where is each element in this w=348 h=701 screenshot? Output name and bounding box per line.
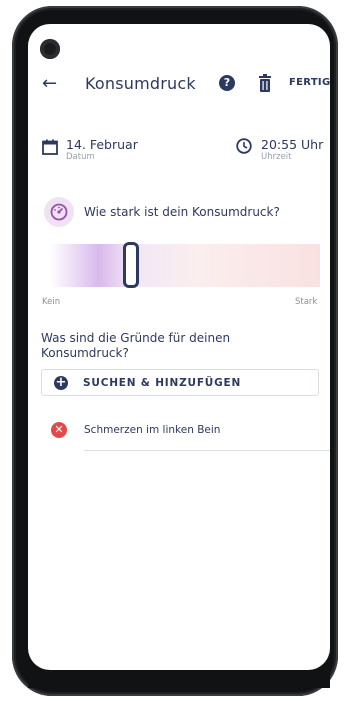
trash-icon[interactable] [258, 74, 272, 92]
help-icon[interactable]: ? [219, 75, 235, 91]
back-arrow-icon[interactable]: ← [42, 74, 57, 94]
front-camera [40, 39, 60, 59]
datetime-row: 14. Februar Datum 20:55 Uhr Uhrzeit [28, 136, 330, 166]
reasons-title: Was sind die Gründe für deinen Konsumdru… [41, 331, 231, 360]
list-item: ✕ Schmerzen im linken Bein [28, 419, 330, 451]
pressure-question: Wie stark ist dein Konsumdruck? [84, 205, 280, 219]
time-label: Uhrzeit [261, 152, 292, 162]
date-label: Datum [66, 152, 95, 162]
reason-label: Schmerzen im linken Bein [84, 424, 221, 436]
page-title: Konsumdruck [85, 74, 196, 93]
search-add-button[interactable]: + SUCHEN & HINZUFÜGEN [41, 369, 319, 396]
plus-icon: + [54, 375, 68, 390]
app-screen: ← Konsumdruck ? FERTIG 14. Februar Datum… [28, 24, 330, 670]
time-value[interactable]: 20:55 Uhr [261, 137, 323, 152]
remove-icon[interactable]: ✕ [51, 422, 67, 438]
pressure-slider-thumb[interactable] [123, 242, 139, 288]
bottom-bezel [28, 670, 330, 688]
slider-min-label: Kein [42, 297, 61, 307]
top-app-bar: ← Konsumdruck ? FERTIG [28, 68, 330, 104]
done-button[interactable]: FERTIG [289, 77, 330, 88]
clock-icon[interactable] [236, 138, 252, 154]
date-value[interactable]: 14. Februar [66, 137, 138, 152]
gauge-icon [44, 197, 74, 227]
slider-max-label: Stark [295, 297, 318, 307]
divider [84, 450, 330, 451]
pressure-slider-track[interactable] [50, 244, 320, 287]
search-add-label: SUCHEN & HINZUFÜGEN [83, 377, 242, 389]
calendar-icon[interactable] [42, 139, 58, 155]
